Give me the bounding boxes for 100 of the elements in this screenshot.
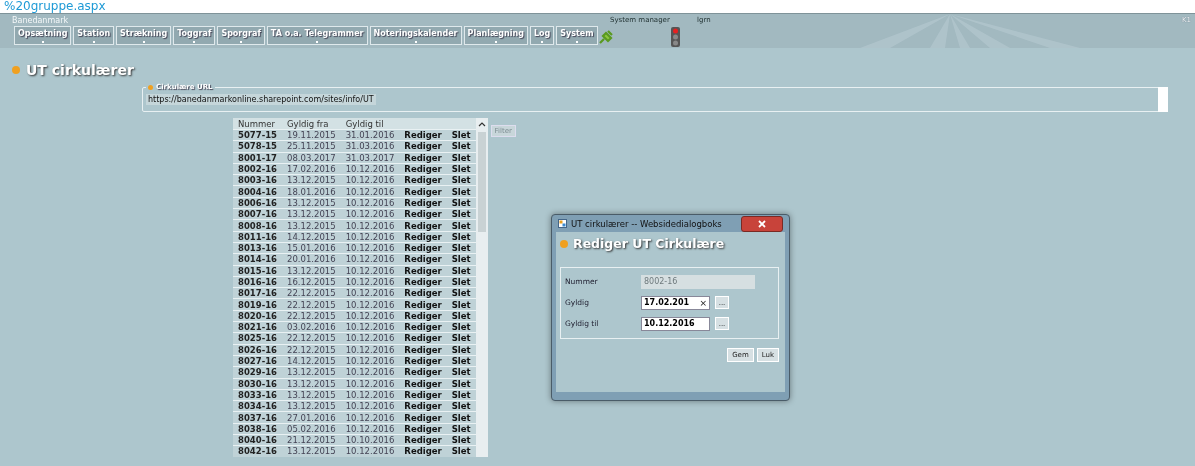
edit-link[interactable]: Rediger (399, 287, 447, 299)
date-cell: 14.12.2015 (282, 231, 341, 243)
date-cell: 10.12.2016 (340, 253, 400, 266)
edit-link[interactable]: Rediger (399, 174, 447, 186)
date-cell: 20.01.2016 (282, 253, 341, 266)
date-cell: 10.12.2016 (340, 366, 400, 379)
date-cell: 22.12.2015 (282, 310, 341, 322)
edit-link[interactable]: Rediger (399, 344, 447, 356)
date-cell: 10.12.2016 (340, 276, 400, 288)
edit-link[interactable]: Rediger (399, 332, 447, 345)
bullet-icon (12, 66, 20, 74)
date-cell: 10.12.2016 (340, 219, 400, 232)
delete-link[interactable]: Slet (446, 186, 476, 198)
date-cell: 03.02.2016 (282, 321, 341, 333)
delete-link[interactable]: Slet (446, 163, 476, 175)
edit-link[interactable]: Rediger (399, 163, 447, 175)
edit-link[interactable]: Rediger (399, 298, 447, 311)
date-field[interactable]: 10.12.2016 (641, 316, 710, 331)
url-field[interactable]: https://banedanmarkonline.sharepoint.com/sites/info/UT (146, 94, 376, 105)
delete-link[interactable]: Slet (446, 411, 476, 424)
delete-link[interactable]: Slet (446, 344, 476, 356)
delete-link[interactable]: Slet (446, 140, 476, 153)
number-cell: 8042-16 (233, 445, 282, 457)
date-cell: 16.12.2015 (282, 276, 341, 288)
delete-link[interactable]: Slet (446, 231, 476, 243)
clear-icon[interactable]: × (699, 297, 707, 308)
delete-link[interactable]: Slet (446, 253, 476, 266)
edit-link[interactable]: Rediger (399, 129, 447, 141)
edit-link[interactable]: Rediger (399, 186, 447, 198)
edit-link[interactable]: Rediger (399, 389, 447, 401)
dialog-heading: Rediger UT Cirkulære (573, 236, 725, 251)
date-cell: 10.12.2016 (340, 389, 400, 401)
delete-link[interactable]: Slet (446, 129, 476, 141)
edit-link[interactable]: Rediger (399, 366, 447, 379)
delete-link[interactable]: Slet (446, 378, 476, 390)
edit-link[interactable]: Rediger (399, 242, 447, 254)
number-cell: 8013-16 (233, 242, 282, 254)
bullet-icon (560, 239, 568, 248)
delete-link[interactable]: Slet (446, 219, 476, 232)
date-cell: 10.12.2016 (340, 321, 400, 333)
edit-link[interactable]: Rediger (399, 152, 447, 164)
delete-link[interactable]: Slet (446, 332, 476, 345)
delete-link[interactable]: Slet (446, 208, 476, 220)
edit-link[interactable]: Rediger (399, 355, 447, 367)
delete-link[interactable]: Slet (446, 298, 476, 311)
edit-link[interactable]: Rediger (399, 231, 447, 243)
date-cell: 08.03.2017 (282, 152, 341, 164)
delete-link[interactable]: Slet (446, 366, 476, 379)
edit-link[interactable]: Rediger (399, 321, 447, 333)
scrollbar-thumb[interactable] (477, 132, 486, 232)
delete-link[interactable]: Slet (446, 242, 476, 254)
date-cell: 10.12.2016 (340, 445, 400, 457)
scrollbar[interactable] (1158, 87, 1168, 112)
date-cell: 10.12.2016 (340, 378, 400, 390)
number-cell: 8014-16 (233, 253, 282, 266)
column-header: Gyldig til (340, 118, 400, 130)
edit-link[interactable]: Rediger (399, 208, 447, 220)
delete-link[interactable]: Slet (446, 423, 476, 435)
delete-link[interactable]: Slet (446, 321, 476, 333)
column-header: Gyldig fra (282, 118, 341, 130)
date-field[interactable]: 17.02.201 × (641, 295, 710, 310)
edit-link[interactable]: Rediger (399, 197, 447, 209)
number-cell: 8008-16 (233, 219, 282, 232)
number-cell: 8037-16 (233, 411, 282, 424)
delete-link[interactable]: Slet (446, 197, 476, 209)
edit-link[interactable]: Rediger (399, 411, 447, 424)
edit-link[interactable]: Rediger (399, 434, 447, 446)
delete-link[interactable]: Slet (446, 310, 476, 322)
number-cell: 8033-16 (233, 389, 282, 401)
number-cell: 8030-16 (233, 378, 282, 390)
number-cell: 8006-16 (233, 197, 282, 209)
close-icon (758, 220, 766, 228)
delete-link[interactable]: Slet (446, 434, 476, 446)
traffic-light-icon[interactable] (670, 27, 681, 47)
edit-link[interactable]: Rediger (399, 140, 447, 153)
edit-link[interactable]: Rediger (399, 378, 447, 390)
delete-link[interactable]: Slet (446, 445, 476, 457)
delete-link[interactable]: Slet (446, 389, 476, 401)
edit-link[interactable]: Rediger (399, 276, 447, 288)
date-cell: 22.12.2015 (282, 287, 341, 299)
edit-link[interactable]: Rediger (399, 253, 447, 266)
delete-link[interactable]: Slet (446, 287, 476, 299)
edit-link[interactable]: Rediger (399, 310, 447, 322)
edit-link[interactable]: Rediger (399, 265, 447, 277)
delete-link[interactable]: Slet (446, 152, 476, 164)
plug-icon[interactable] (598, 30, 614, 44)
date-cell: 13.12.2015 (282, 208, 341, 220)
number-cell: 8029-16 (233, 366, 282, 379)
edit-link[interactable]: Rediger (399, 423, 447, 435)
edit-link[interactable]: Rediger (399, 445, 447, 457)
delete-link[interactable]: Slet (446, 355, 476, 367)
date-cell: 25.11.2015 (282, 140, 341, 153)
delete-link[interactable]: Slet (446, 400, 476, 412)
edit-link[interactable]: Rediger (399, 219, 447, 232)
dialog-title: UT cirkulærer -- Websidedialogboks (571, 218, 722, 229)
delete-link[interactable]: Slet (446, 174, 476, 186)
close-button[interactable] (741, 216, 783, 232)
edit-link[interactable]: Rediger (399, 400, 447, 412)
delete-link[interactable]: Slet (446, 265, 476, 277)
delete-link[interactable]: Slet (446, 276, 476, 288)
